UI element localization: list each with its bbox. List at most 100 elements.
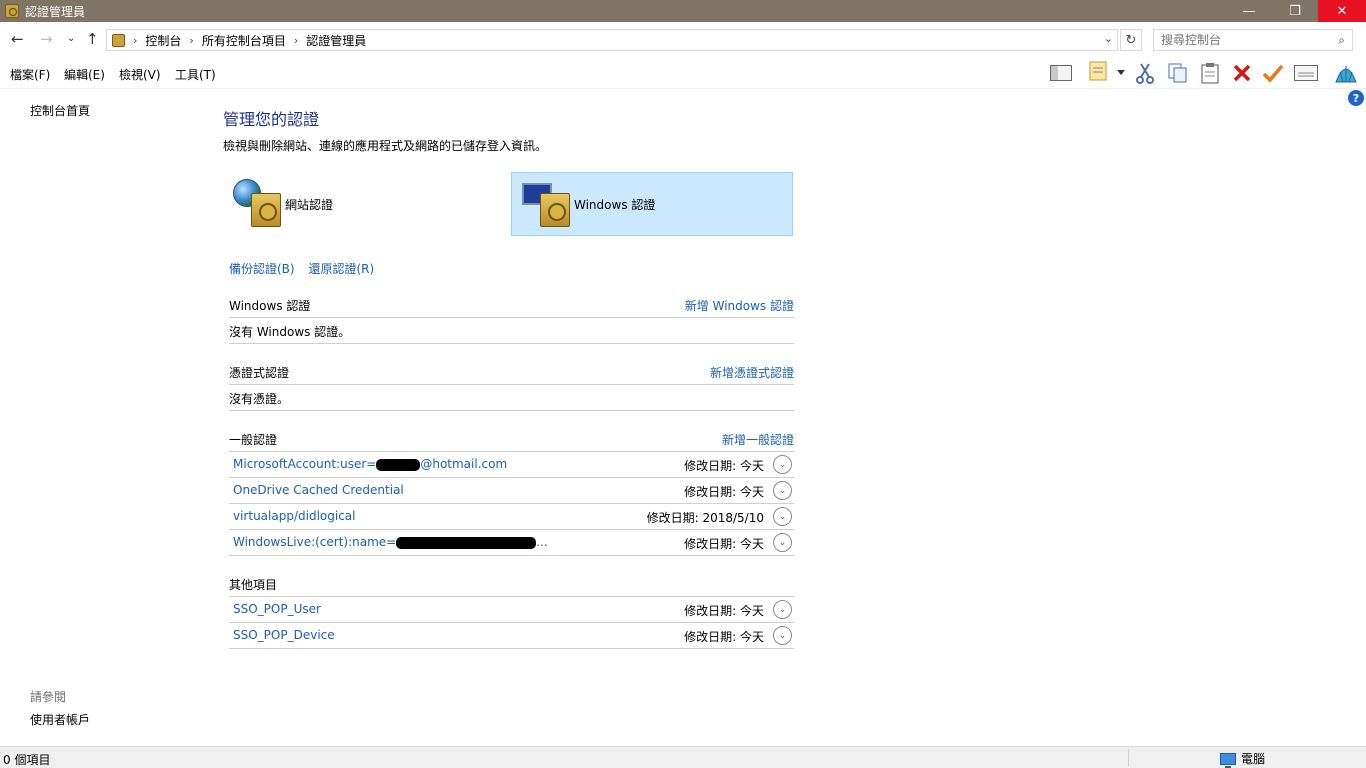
breadcrumb-credential-manager[interactable]: 認證管理員 (306, 32, 366, 49)
minimize-button[interactable]: — (1226, 0, 1272, 22)
web-credentials-tab[interactable]: 網站認證 (223, 172, 505, 236)
credential-row[interactable]: OneDrive Cached Credential 修改日期: 今天 ⌄ (229, 478, 794, 504)
status-bar: 0 個項目 電腦 (0, 746, 1366, 768)
help-icon[interactable]: ? (1348, 90, 1364, 106)
up-arrow-icon[interactable]: ↑ (86, 30, 99, 48)
page-description: 檢視與刪除網站、連線的應用程式及網路的已儲存登入資訊。 (223, 139, 548, 153)
generic-credentials-section: 一般認證 新增一般認證 MicrosoftAccount:user= @hotma… (229, 428, 794, 556)
layout-icon[interactable] (1048, 60, 1074, 86)
shell-icon[interactable] (1333, 60, 1359, 86)
credential-name[interactable]: MicrosoftAccount:user= @hotmail.com (233, 457, 507, 471)
chevron-right-icon[interactable]: › (294, 34, 298, 47)
search-icon[interactable]: ⌕ (1338, 33, 1345, 48)
section-title: 一般認證 (229, 433, 278, 447)
add-certificate-credential-link[interactable]: 新增憑證式認證 (710, 364, 794, 381)
credential-name[interactable]: SSO_POP_Device (233, 628, 335, 642)
status-divider (1128, 749, 1129, 766)
credential-manager-icon (112, 33, 125, 47)
credential-modified-date: 修改日期: 今天 (684, 485, 764, 499)
backup-restore-links: 備份認證(B) 還原認證(R) (229, 260, 374, 277)
menu-view[interactable]: 檢視(V) (119, 66, 161, 83)
web-credentials-icon (233, 179, 281, 229)
search-input[interactable] (1154, 30, 1324, 50)
credential-row[interactable]: SSO_POP_Device 修改日期: 今天 ⌄ (229, 623, 794, 649)
chevron-down-icon[interactable] (1113, 60, 1129, 86)
address-row: ← → ⌄ ↑ › 控制台 › 所有控制台項目 › 認證管理員 ⌄ ↻ ⌕ (0, 22, 1366, 57)
title-bar: 認證管理員 — ❐ ✕ (0, 0, 1366, 22)
credential-row[interactable]: virtualapp/didlogical 修改日期: 2018/5/10 ⌄ (229, 504, 794, 530)
see-also-heading: 請參閱 (30, 690, 67, 704)
forward-arrow-icon[interactable]: → (40, 30, 53, 48)
menu-tools[interactable]: 工具(T) (175, 66, 216, 83)
delete-icon[interactable] (1229, 60, 1255, 86)
copy-icon[interactable] (1165, 60, 1191, 86)
properties-icon[interactable] (1086, 58, 1112, 84)
recent-locations-chevron-icon[interactable]: ⌄ (67, 33, 75, 44)
address-bar[interactable]: › 控制台 › 所有控制台項目 › 認證管理員 ⌄ (106, 29, 1118, 51)
add-windows-credential-link[interactable]: 新增 Windows 認證 (685, 297, 794, 314)
breadcrumb-all-items[interactable]: 所有控制台項目 (202, 32, 286, 49)
menu-edit[interactable]: 編輯(E) (64, 66, 105, 83)
credential-modified-date: 修改日期: 今天 (684, 459, 764, 473)
credential-name[interactable]: virtualapp/didlogical (233, 509, 355, 523)
credential-row[interactable]: WindowsLive:(cert):name=... 修改日期: 今天 ⌄ (229, 530, 794, 556)
expand-chevron-icon[interactable]: ⌄ (773, 507, 792, 526)
expand-chevron-icon[interactable]: ⌄ (773, 600, 792, 619)
maximize-button[interactable]: ❐ (1272, 0, 1318, 22)
credential-modified-date: 修改日期: 今天 (684, 604, 764, 618)
search-box[interactable]: ⌕ (1153, 29, 1353, 51)
credential-manager-icon (5, 4, 19, 18)
section-title: 憑證式認證 (229, 366, 290, 380)
empty-message: 沒有憑證。 (229, 385, 794, 411)
windows-credentials-icon (522, 179, 570, 229)
credential-modified-date: 修改日期: 今天 (684, 630, 764, 644)
section-title: Windows 認證 (229, 299, 311, 313)
web-credentials-label: 網站認證 (285, 197, 334, 212)
certificate-credentials-section: 憑證式認證 新增憑證式認證 沒有憑證。 (229, 361, 794, 411)
control-panel-home-link[interactable]: 控制台首頁 (30, 102, 90, 119)
computer-icon (1220, 752, 1236, 768)
chevron-down-icon[interactable]: ⌄ (1104, 32, 1113, 45)
credential-row[interactable]: SSO_POP_User 修改日期: 今天 ⌄ (229, 597, 794, 623)
card-icon[interactable] (1293, 60, 1319, 86)
credential-modified-date: 修改日期: 今天 (684, 537, 764, 551)
expand-chevron-icon[interactable]: ⌄ (773, 626, 792, 645)
redacted-text (376, 458, 421, 471)
refresh-button[interactable]: ↻ (1120, 29, 1142, 51)
empty-message: 沒有 Windows 認證。 (229, 318, 794, 344)
section-title: 其他項目 (229, 578, 278, 592)
expand-chevron-icon[interactable]: ⌄ (773, 455, 792, 474)
credential-name[interactable]: SSO_POP_User (233, 602, 321, 616)
credential-name[interactable]: OneDrive Cached Credential (233, 483, 404, 497)
restore-credentials-link[interactable]: 還原認證(R) (308, 262, 374, 276)
credential-name[interactable]: WindowsLive:(cert):name=... (233, 535, 548, 549)
window-title: 認證管理員 (25, 4, 86, 19)
refresh-icon: ↻ (1125, 32, 1137, 48)
credential-row[interactable]: MicrosoftAccount:user= @hotmail.com 修改日期:… (229, 452, 794, 478)
paste-icon[interactable] (1197, 60, 1223, 86)
breadcrumb-control-panel[interactable]: 控制台 (145, 32, 181, 49)
chevron-right-icon[interactable]: › (189, 34, 193, 47)
expand-chevron-icon[interactable]: ⌄ (773, 533, 792, 552)
add-generic-credential-link[interactable]: 新增一般認證 (722, 431, 794, 448)
cut-icon[interactable] (1132, 60, 1158, 86)
page-title: 管理您的認證 (223, 110, 320, 129)
windows-credentials-label: Windows 認證 (574, 197, 656, 212)
menu-bar: 檔案(F) 編輯(E) 檢視(V) 工具(T) (0, 57, 1366, 89)
user-accounts-link[interactable]: 使用者帳戶 (30, 711, 90, 728)
chevron-right-icon[interactable]: › (133, 34, 137, 47)
left-pane: 控制台首頁 請參閱 使用者帳戶 (0, 90, 215, 746)
menu-file[interactable]: 檔案(F) (10, 66, 50, 83)
redacted-text (396, 536, 537, 549)
check-icon[interactable] (1260, 60, 1286, 86)
close-button[interactable]: ✕ (1318, 0, 1366, 22)
credential-modified-date: 修改日期: 2018/5/10 (646, 511, 764, 525)
windows-credentials-tab[interactable]: Windows 認證 (511, 172, 793, 236)
expand-chevron-icon[interactable]: ⌄ (773, 481, 792, 500)
back-arrow-icon[interactable]: ← (11, 30, 24, 48)
backup-credentials-link[interactable]: 備份認證(B) (229, 262, 295, 276)
item-count: 0 個項目 (3, 753, 51, 767)
other-items-section: 其他項目 SSO_POP_User 修改日期: 今天 ⌄ SSO_POP_Dev… (229, 573, 794, 649)
location-label: 電腦 (1241, 752, 1266, 766)
windows-credentials-section: Windows 認證 新增 Windows 認證 沒有 Windows 認證。 (229, 294, 794, 344)
